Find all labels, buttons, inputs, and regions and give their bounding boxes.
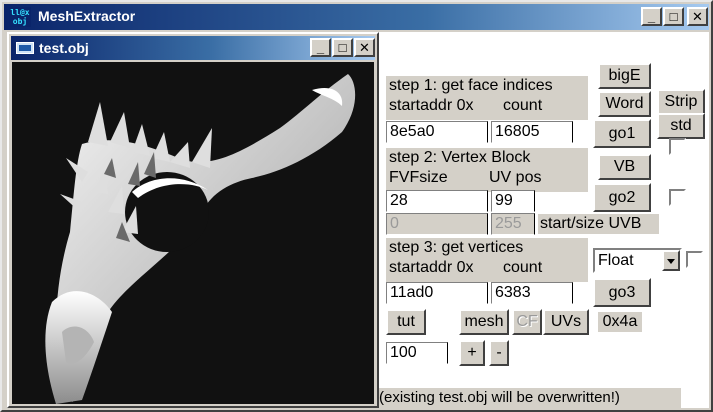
step2-checkbox[interactable] (669, 189, 686, 206)
maximize-icon: □ (338, 40, 347, 55)
app-icon-text-top: ll@x (10, 8, 30, 17)
step1-group: step 1: get face indices startaddr 0x co… (386, 76, 588, 120)
step1-labels: startaddr 0x count (386, 96, 588, 116)
uvb-label: start/size UVB (538, 214, 659, 234)
step2-heading: step 2: Vertex Block (389, 149, 531, 166)
fvfsize-input[interactable]: 28 (386, 190, 488, 212)
close-icon: ✕ (692, 9, 703, 24)
child-window-test-obj[interactable]: test.obj _ □ ✕ (7, 32, 379, 408)
go2-button[interactable]: go2 (593, 183, 651, 212)
step1-checkbox[interactable] (669, 138, 686, 155)
maximize-button[interactable]: □ (663, 7, 684, 26)
child-window-icon (16, 42, 34, 54)
bigE-button[interactable]: bigE (598, 63, 651, 89)
tut-button[interactable]: tut (386, 309, 426, 335)
chevron-down-icon[interactable] (662, 250, 680, 271)
app-icon-text-bottom: obj (12, 17, 28, 26)
step3-labels: startaddr 0x count (386, 258, 588, 278)
uvpos-label: UV pos (489, 169, 542, 186)
step1-startaddr-input[interactable]: 8e5a0 (386, 121, 488, 143)
plus-button[interactable]: + (459, 340, 485, 366)
step3-startaddr-input[interactable]: 11ad0 (386, 282, 488, 304)
vb-button[interactable]: VB (598, 154, 651, 180)
strip-button[interactable]: Strip (657, 89, 705, 115)
step3-count-input[interactable]: 6383 (491, 282, 573, 304)
uvs-button[interactable]: UVs (543, 309, 589, 335)
app-icon: ll@x obj (9, 7, 31, 27)
maximize-icon: □ (669, 9, 678, 24)
go1-button[interactable]: go1 (593, 119, 651, 148)
step1-startaddr-label: startaddr 0x (389, 97, 474, 114)
minus-button[interactable]: - (489, 340, 509, 366)
step1-count-label: count (503, 97, 543, 114)
hex-value-label: 0x4a (598, 312, 642, 332)
child-window-title: test.obj (39, 40, 89, 56)
status-text: (existing test.obj will be overwritten!) (379, 388, 681, 408)
mesh-render (45, 74, 356, 404)
child-maximize-button[interactable]: □ (332, 38, 353, 57)
format-select[interactable]: Float (593, 248, 682, 273)
minimize-icon: _ (647, 9, 656, 24)
close-icon: ✕ (359, 40, 370, 55)
window-title: MeshExtractor (38, 8, 136, 24)
title-bar[interactable]: ll@x obj MeshExtractor _ □ ✕ (4, 4, 709, 30)
child-minimize-button[interactable]: _ (310, 38, 331, 57)
minimize-button[interactable]: _ (641, 7, 662, 26)
go3-button[interactable]: go3 (593, 278, 651, 307)
zoom-input[interactable]: 100 (386, 342, 448, 364)
format-select-value: Float (598, 252, 634, 269)
minimize-icon: _ (316, 40, 325, 55)
step2-labels: FVFsize UV pos (386, 168, 588, 188)
step1-heading: step 1: get face indices (389, 77, 553, 94)
mesh-button[interactable]: mesh (459, 309, 509, 335)
close-button[interactable]: ✕ (687, 7, 708, 26)
step3-startaddr-label: startaddr 0x (389, 259, 474, 276)
step3-checkbox[interactable] (686, 251, 703, 268)
step3-heading: step 3: get vertices (389, 239, 524, 256)
client-area: test.obj _ □ ✕ step 1: get face indices … (7, 32, 709, 408)
child-close-button[interactable]: ✕ (354, 38, 375, 57)
word-button[interactable]: Word (598, 91, 651, 117)
mesh-viewport[interactable] (12, 62, 374, 404)
step2-group: step 2: Vertex Block FVFsize UV pos (386, 148, 588, 192)
uvb-start-input: 0 (386, 213, 488, 235)
step1-count-input[interactable]: 16805 (491, 121, 573, 143)
uvb-size-input: 255 (491, 213, 535, 235)
cf-button: CF (512, 309, 542, 335)
step3-count-label: count (503, 259, 543, 276)
main-window: ll@x obj MeshExtractor _ □ ✕ test.obj _ … (0, 0, 713, 412)
step3-group: step 3: get vertices startaddr 0x count (386, 238, 588, 282)
fvfsize-label: FVFsize (389, 169, 448, 186)
child-title-bar[interactable]: test.obj _ □ ✕ (11, 36, 375, 60)
uvpos-input[interactable]: 99 (491, 190, 535, 212)
std-button[interactable]: std (657, 113, 705, 139)
